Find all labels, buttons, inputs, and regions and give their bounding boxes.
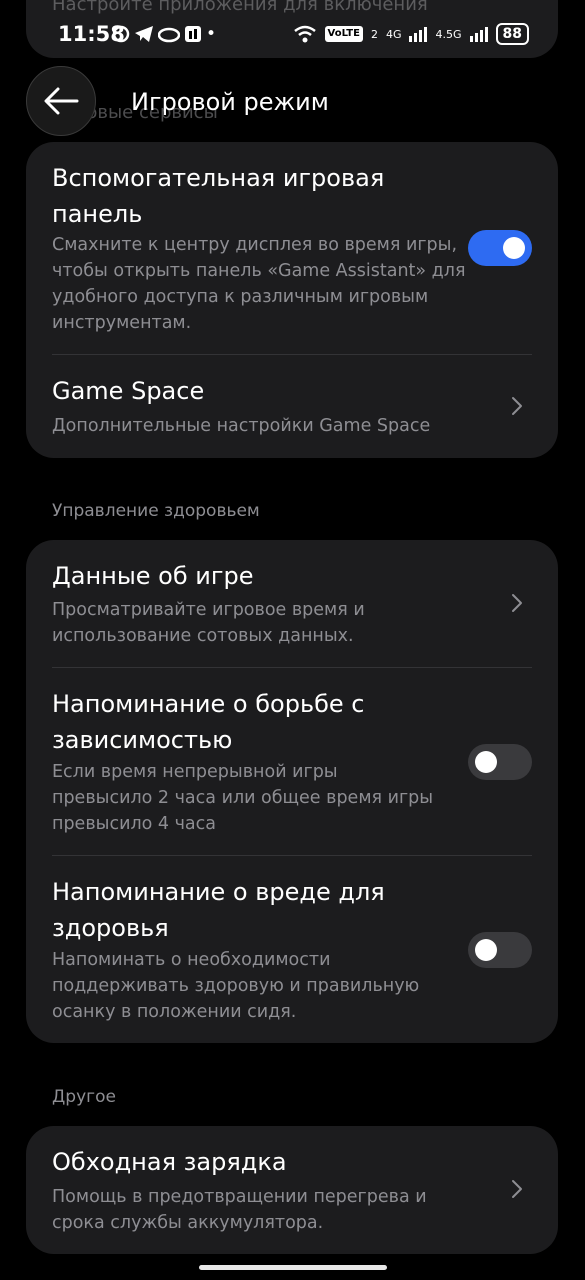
game-assistant-subtitle: Смахните к центру дисплея во время игры,…: [52, 235, 466, 333]
game-space-subtitle: Дополнительные настройки Game Space: [52, 416, 431, 436]
notification-icons: •: [112, 24, 216, 44]
status-bar: Настройте приложения для включения 11:58…: [0, 0, 585, 70]
bypass-charging-title: Обходная зарядка: [52, 1148, 287, 1176]
game-data-row[interactable]: Данные об игре Просматривайте игровое вр…: [26, 540, 558, 667]
telegram-icon: [135, 26, 153, 42]
section-label-other: Другое: [52, 1087, 116, 1107]
health-reminder-subtitle: Напоминать о необходимости поддерживать …: [52, 950, 420, 1022]
chat-icon: [112, 25, 130, 43]
system-icons: VoLTE 2 4G 4.5G 88: [293, 23, 529, 45]
back-arrow-icon: [44, 87, 79, 115]
chevron-right-icon: [512, 397, 522, 415]
game-space-title: Game Space: [52, 377, 205, 405]
signal-icon-2: [469, 27, 488, 42]
network-type-1: 4G: [385, 27, 402, 41]
addiction-reminder-toggle[interactable]: [468, 744, 532, 780]
addiction-reminder-row[interactable]: Напоминание о борьбе с зависимостью Если…: [26, 668, 558, 855]
game-assistant-title: Вспомогательная игровая панель: [52, 164, 385, 228]
volte-badge: VoLTE: [324, 26, 363, 42]
sim-number: 2: [370, 27, 378, 41]
addiction-reminder-subtitle: Если время непрерывной игры превысило 2 …: [52, 762, 434, 834]
game-settings-card: Вспомогательная игровая панель Смахните …: [26, 142, 558, 458]
bypass-charging-subtitle: Помощь в предотвращении перегрева и срок…: [52, 1187, 427, 1233]
health-reminder-toggle[interactable]: [468, 932, 532, 968]
cloud-icon: [158, 27, 180, 43]
chevron-right-icon: [512, 594, 522, 612]
home-indicator[interactable]: [199, 1265, 387, 1270]
network-type-2: 4.5G: [435, 27, 462, 41]
app-header: Игровые сервисы Игровой режим: [0, 60, 585, 150]
game-data-title: Данные об игре: [52, 562, 254, 590]
game-data-subtitle: Просматривайте игровое время и использов…: [52, 600, 365, 646]
other-settings-card: Обходная зарядка Помощь в предотвращении…: [26, 1126, 558, 1254]
section-label-health: Управление здоровьем: [52, 501, 260, 521]
game-assistant-toggle[interactable]: [468, 230, 532, 266]
game-assistant-row[interactable]: Вспомогательная игровая панель Смахните …: [26, 142, 558, 354]
chevron-right-icon: [512, 1180, 522, 1198]
more-dot-icon: •: [206, 24, 217, 44]
back-button[interactable]: [26, 66, 96, 136]
health-settings-card: Данные об игре Просматривайте игровое вр…: [26, 540, 558, 1043]
game-space-row[interactable]: Game Space Дополнительные настройки Game…: [26, 355, 558, 458]
bypass-charging-row[interactable]: Обходная зарядка Помощь в предотвращении…: [26, 1126, 558, 1254]
health-reminder-title: Напоминание о вреде для здоровья: [52, 878, 385, 942]
addiction-reminder-title: Напоминание о борьбе с зависимостью: [52, 690, 365, 754]
scrolled-text-fragment: Настройте приложения для включения: [52, 0, 428, 15]
app-icon: [185, 26, 201, 42]
health-reminder-row[interactable]: Напоминание о вреде для здоровья Напомин…: [26, 856, 558, 1043]
page-title: Игровой режим: [131, 88, 329, 116]
battery-indicator: 88: [495, 23, 529, 45]
wifi-icon: [293, 25, 316, 43]
signal-icon: [409, 27, 428, 42]
